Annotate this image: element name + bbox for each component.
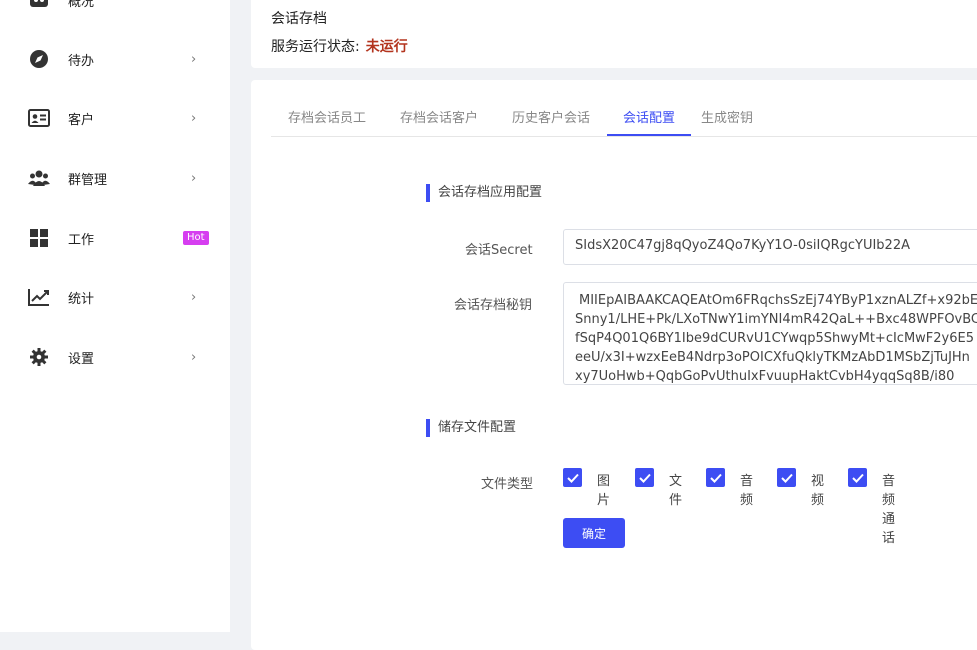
checkbox-audio[interactable] bbox=[706, 468, 725, 487]
compass-icon bbox=[28, 48, 50, 70]
section-title-app-config: 会话存档应用配置 bbox=[426, 184, 542, 202]
tab-history-sessions[interactable]: 历史客户会话 bbox=[495, 98, 607, 135]
option-label: 视频 bbox=[811, 474, 825, 508]
sidebar-item-customers[interactable]: 客户 › bbox=[0, 98, 230, 138]
sidebar-item-label: 概况 bbox=[68, 0, 95, 10]
tab-generate-key[interactable]: 生成密钥 bbox=[691, 98, 763, 135]
sidebar-item-overview[interactable]: 概况 bbox=[0, 0, 230, 20]
page-title: 会话存档 bbox=[271, 11, 327, 27]
secret-input[interactable]: SIdsX20C47gj8qQyoZ4Qo7KyY1O-0siIQRgcYUIb… bbox=[563, 229, 977, 265]
status-value: 未运行 bbox=[365, 39, 408, 55]
checkbox-audio-call[interactable] bbox=[848, 468, 867, 487]
key-line: fSqP4Q01Q6BY1Ibe9dCURvU1CYwqp5ShwyMt+cIc… bbox=[575, 331, 974, 346]
chevron-right-icon: › bbox=[191, 289, 197, 305]
tab-archived-customers[interactable]: 存档会话客户 bbox=[383, 98, 495, 135]
sidebar-item-work[interactable]: 工作 Hot bbox=[0, 218, 230, 258]
chevron-right-icon: › bbox=[191, 51, 197, 67]
sidebar-item-label: 设置 bbox=[68, 351, 95, 367]
sidebar-item-label: 统计 bbox=[68, 291, 95, 307]
tab-session-config[interactable]: 会话配置 bbox=[607, 98, 691, 136]
sidebar-item-groups[interactable]: 群管理 › bbox=[0, 158, 230, 198]
tab-bar: 存档会话员工 存档会话客户 历史客户会话 会话配置 生成密钥 bbox=[271, 98, 977, 137]
option-label: 音频 bbox=[740, 474, 754, 508]
sidebar-item-label: 群管理 bbox=[68, 172, 108, 188]
sidebar-item-todo[interactable]: 待办 › bbox=[0, 39, 230, 79]
checkbox-video[interactable] bbox=[777, 468, 796, 487]
key-line: Snny1/LHE+Pk/LXoTNwY1imYNI4mR42QaL++Bxc4… bbox=[575, 312, 977, 327]
section-title-storage: 储存文件配置 bbox=[426, 419, 516, 437]
sidebar-item-label: 待办 bbox=[68, 53, 95, 69]
sidebar-item-label: 工作 bbox=[68, 232, 95, 248]
id-card-icon bbox=[28, 107, 50, 129]
gear-icon bbox=[28, 346, 50, 368]
sidebar: 概况 待办 › 客户 › 群管理 › 工作 Hot 统计 › 设置 › bbox=[0, 0, 230, 632]
service-status: 服务运行状态: 未运行 bbox=[271, 36, 408, 56]
dashboard-icon bbox=[28, 0, 50, 11]
status-label: 服务运行状态: bbox=[271, 39, 360, 55]
chevron-right-icon: › bbox=[191, 110, 197, 126]
option-label: 文件 bbox=[669, 474, 683, 508]
trend-chart-icon bbox=[28, 286, 50, 308]
file-type-label: 文件类型 bbox=[481, 477, 534, 492]
hot-badge: Hot bbox=[183, 231, 209, 245]
sidebar-item-label: 客户 bbox=[68, 112, 95, 128]
option-label: 图片 bbox=[597, 474, 611, 508]
confirm-button[interactable]: 确定 bbox=[563, 518, 625, 548]
tab-archived-employees[interactable]: 存档会话员工 bbox=[271, 98, 383, 135]
key-line: eeU/x3I+wzxEeB4Ndrp3oPOICXfuQklyTKMzAbD1… bbox=[575, 350, 970, 365]
chevron-right-icon: › bbox=[191, 170, 197, 186]
option-label: 音频通话 bbox=[882, 474, 896, 546]
main-card: 存档会话员工 存档会话客户 历史客户会话 会话配置 生成密钥 会话存档应用配置 … bbox=[251, 80, 977, 650]
key-textarea[interactable]: MIIEpAIBAAKCAQEAtOm6FRqchsSzEj74YByP1xzn… bbox=[563, 282, 977, 385]
chevron-right-icon: › bbox=[191, 349, 197, 365]
secret-label: 会话Secret bbox=[465, 243, 533, 258]
checkbox-image[interactable] bbox=[563, 468, 582, 487]
users-icon bbox=[28, 167, 50, 189]
header-card: 会话存档 服务运行状态: 未运行 bbox=[251, 0, 977, 68]
key-line: MIIEpAIBAAKCAQEAtOm6FRqchsSzEj74YByP1xzn… bbox=[579, 293, 977, 308]
checkbox-file[interactable] bbox=[635, 468, 654, 487]
key-line: xy7UoHwb+QqbGoPvUthuIxFvuupHaktCvbH4yqqS… bbox=[575, 369, 955, 384]
sidebar-item-settings[interactable]: 设置 › bbox=[0, 337, 230, 377]
key-label: 会话存档秘钥 bbox=[454, 298, 533, 313]
sidebar-item-statistics[interactable]: 统计 › bbox=[0, 277, 230, 317]
grid-icon bbox=[28, 227, 50, 249]
